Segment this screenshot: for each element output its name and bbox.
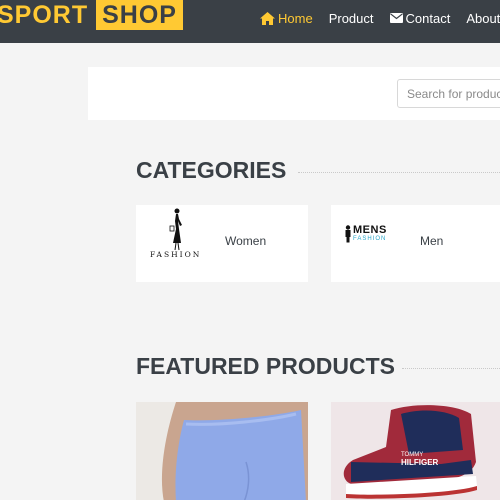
main-nav: Home Product Contact About U [260, 0, 500, 36]
product-card-leggings[interactable] [136, 402, 308, 500]
leggings-product-image [136, 402, 308, 500]
nav-product[interactable]: Product [329, 11, 374, 26]
product-card-sneaker[interactable]: TOMMY HILFIGER [331, 402, 500, 500]
nav-product-label: Product [328, 10, 374, 26]
women-logo-text: FASHION [150, 250, 202, 259]
nav-home-label: Home [278, 10, 313, 26]
nav-contact-label: Contact [405, 10, 451, 26]
category-card-men[interactable]: MENS FASHION Men [331, 205, 500, 282]
logo-text-shop: SHOP [96, 0, 183, 30]
sneaker-brand-text-bottom: HILFIGER [401, 458, 439, 467]
logo-text-sport: SPORT [0, 1, 89, 29]
featured-divider [402, 368, 500, 369]
search-bar [88, 67, 500, 120]
category-label-men: Men [420, 234, 444, 248]
envelope-icon [389, 13, 403, 23]
categories-title: CATEGORIES [136, 157, 287, 183]
site-logo[interactable]: SPORT SHOP [0, 0, 183, 30]
featured-products-title: FEATURED PRODUCTS [136, 353, 395, 379]
top-navbar: SPORT SHOP Home Product Contact About U [0, 0, 500, 43]
men-figure-icon [345, 225, 351, 243]
category-label-women: Women [225, 234, 267, 248]
categories-divider [298, 172, 500, 173]
category-card-women[interactable]: FASHION Women [136, 205, 308, 282]
home-icon [260, 11, 275, 25]
men-logo-text-fashion: FASHION [353, 236, 387, 242]
sneaker-product-image [331, 402, 500, 500]
search-input[interactable] [397, 79, 500, 108]
nav-contact[interactable]: Contact [389, 10, 451, 26]
nav-about-label: About U [466, 10, 500, 26]
nav-about[interactable]: About U [466, 11, 500, 26]
men-logo-text-mens: MENS [353, 224, 387, 236]
nav-home[interactable]: Home [260, 11, 313, 26]
